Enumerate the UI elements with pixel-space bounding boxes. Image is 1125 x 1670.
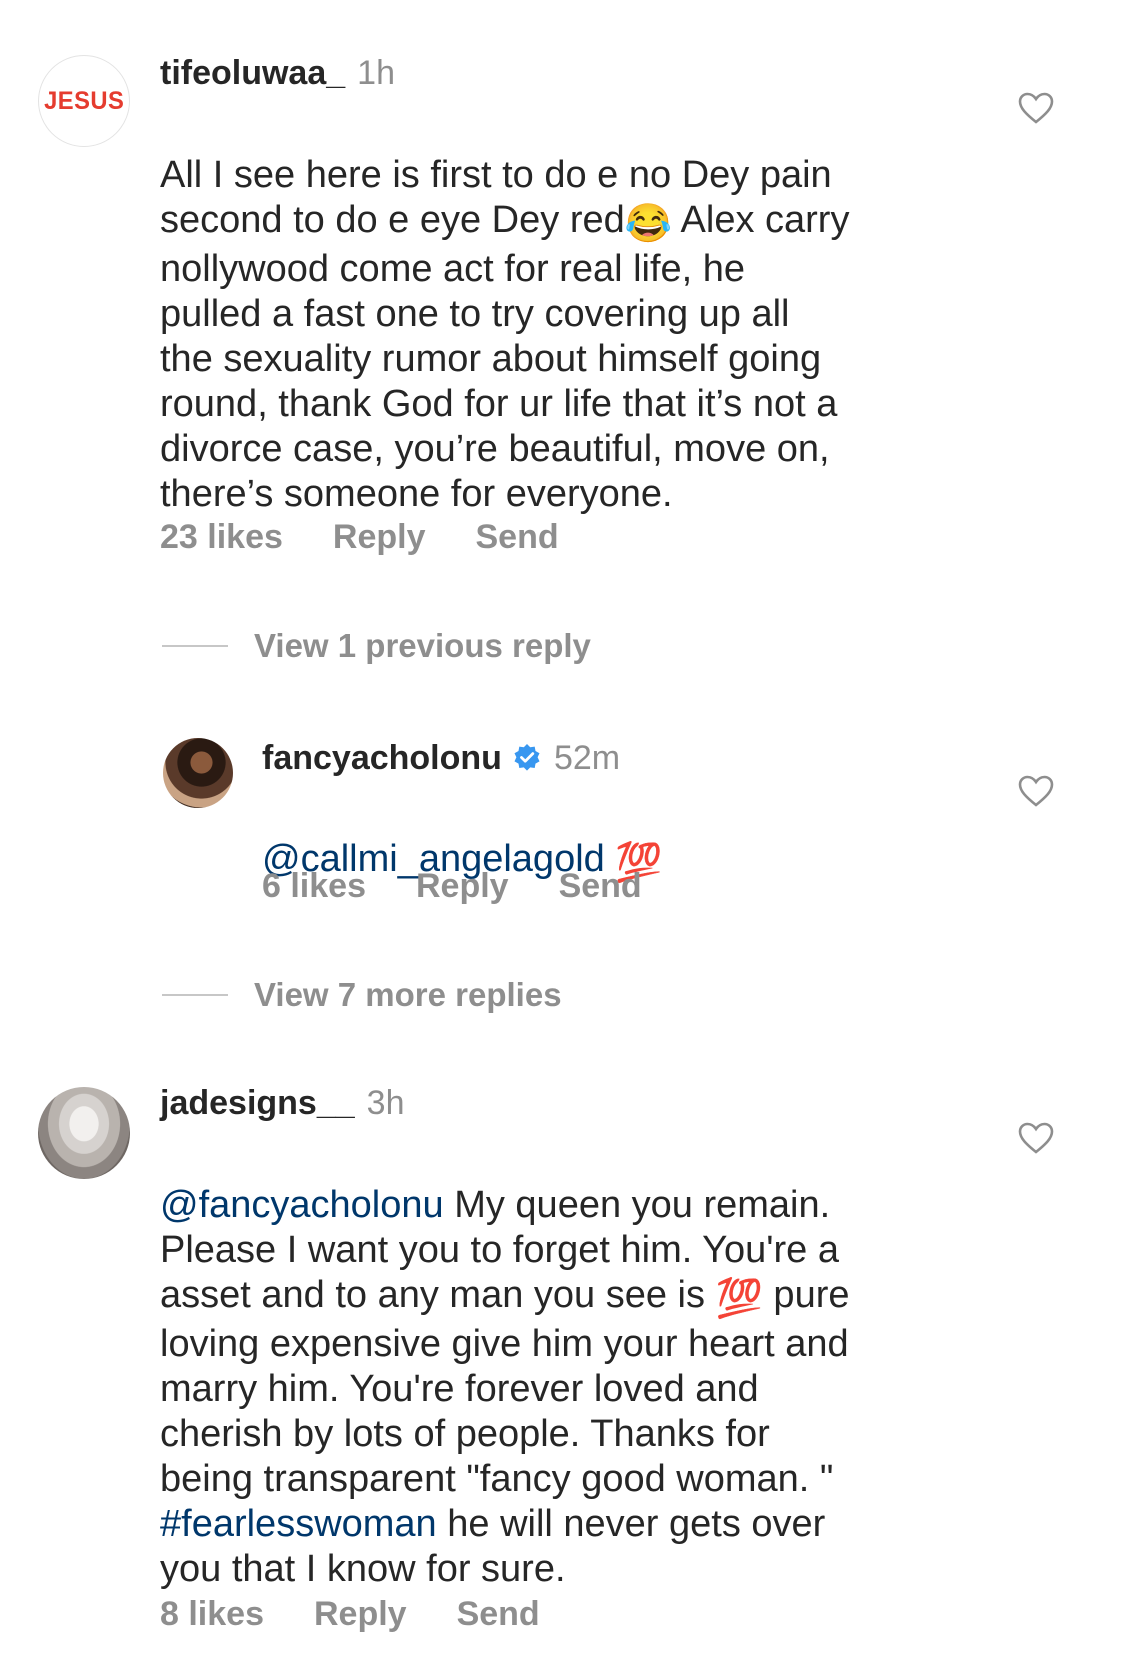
send-button[interactable]: Send: [559, 866, 642, 906]
comment-tifeoluwaa: JESUS tifeoluwaa_ 1h All I see here is f…: [0, 0, 1125, 560]
comment-actions: 23 likes Reply Send: [160, 517, 609, 557]
comment-header: tifeoluwaa_ 1h: [160, 53, 395, 93]
send-button[interactable]: Send: [475, 517, 558, 557]
comment-actions: 8 likes Reply Send: [160, 1594, 590, 1634]
view-more-replies-button[interactable]: View 7 more replies: [162, 976, 562, 1014]
comment-header: jadesigns__ 3h: [160, 1083, 404, 1123]
avatar[interactable]: [163, 738, 233, 808]
mention-link[interactable]: @fancyacholonu: [160, 1184, 444, 1226]
view-previous-reply-label: View 1 previous reply: [254, 627, 591, 664]
username[interactable]: tifeoluwaa_: [160, 53, 345, 93]
reply-button[interactable]: Reply: [333, 517, 426, 557]
avatar-text: JESUS: [43, 86, 125, 115]
reply-button[interactable]: Reply: [416, 866, 509, 906]
timestamp: 1h: [357, 54, 395, 92]
heart-outline-icon[interactable]: [1018, 1122, 1054, 1154]
tears-of-joy-emoji: 😂: [624, 203, 673, 245]
likes-count[interactable]: 6 likes: [262, 866, 366, 906]
send-button[interactable]: Send: [457, 1594, 540, 1634]
reply-header: fancyacholonu 52m: [262, 738, 620, 778]
divider-line: [162, 994, 228, 996]
timestamp: 52m: [553, 739, 621, 777]
divider-line: [162, 645, 228, 647]
username[interactable]: fancyacholonu: [262, 738, 502, 778]
heart-outline-icon[interactable]: [1018, 92, 1054, 124]
username[interactable]: jadesigns__: [160, 1083, 355, 1123]
view-previous-reply-button[interactable]: View 1 previous reply: [162, 627, 591, 665]
heart-outline-icon[interactable]: [1018, 775, 1054, 807]
hashtag-link[interactable]: #fearlesswoman: [160, 1503, 437, 1545]
view-more-replies-label: View 7 more replies: [254, 976, 562, 1013]
comment-text: All I see here is first to do e no Dey p…: [160, 108, 980, 517]
hundred-points-emoji: 💯: [715, 1278, 763, 1320]
likes-count[interactable]: 8 likes: [160, 1594, 264, 1634]
comment-text-part: Alex carry nollywood come act for real l…: [160, 199, 850, 515]
avatar[interactable]: [38, 1087, 130, 1179]
reply-actions: 6 likes Reply Send: [262, 866, 692, 906]
timestamp: 3h: [366, 1084, 405, 1122]
verified-badge-icon: [514, 744, 540, 771]
comment-text: @fancyacholonu My queen you remain. Plea…: [160, 1138, 1000, 1592]
reply-button[interactable]: Reply: [314, 1594, 407, 1634]
likes-count[interactable]: 23 likes: [160, 517, 283, 557]
avatar[interactable]: JESUS: [38, 55, 130, 147]
